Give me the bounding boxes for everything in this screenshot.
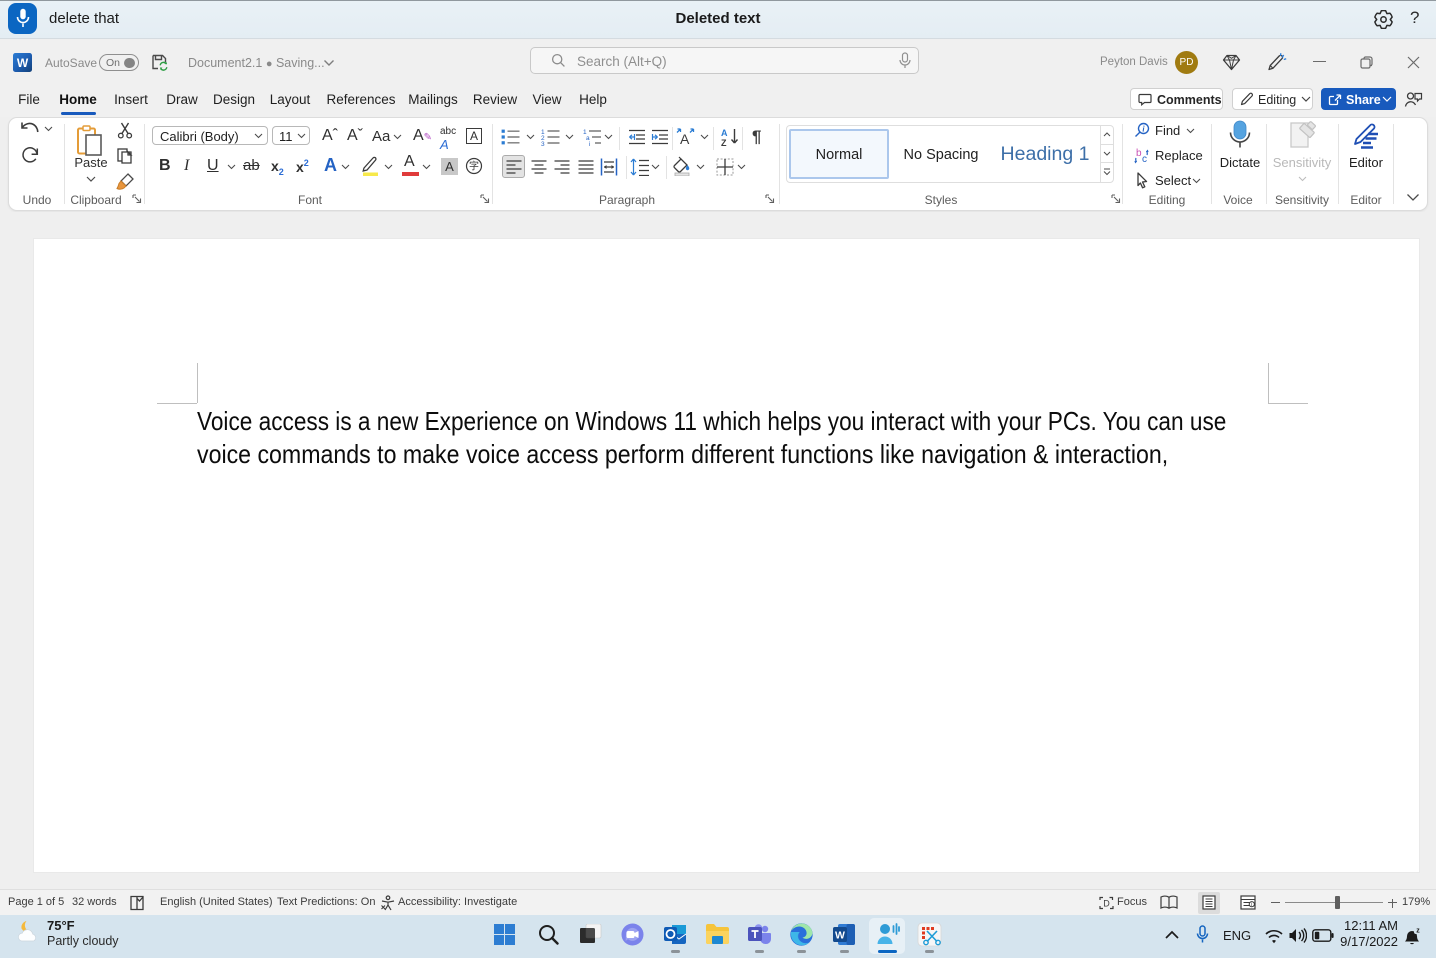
svg-text:i: i	[589, 141, 590, 146]
svg-text:字: 字	[469, 160, 479, 173]
svg-text:A: A	[680, 131, 690, 146]
svg-text:D: D	[1103, 899, 1110, 909]
svg-text:W: W	[835, 930, 845, 942]
svg-text:A: A	[721, 128, 728, 138]
svg-text:3: 3	[541, 141, 545, 146]
svg-text:c: c	[1142, 154, 1147, 165]
svg-text:Z: Z	[721, 138, 727, 147]
svg-text:i: i	[1142, 125, 1145, 134]
svg-text:z: z	[1416, 928, 1420, 935]
svg-text:W: W	[17, 56, 29, 70]
svg-text:i: i	[1251, 902, 1252, 908]
